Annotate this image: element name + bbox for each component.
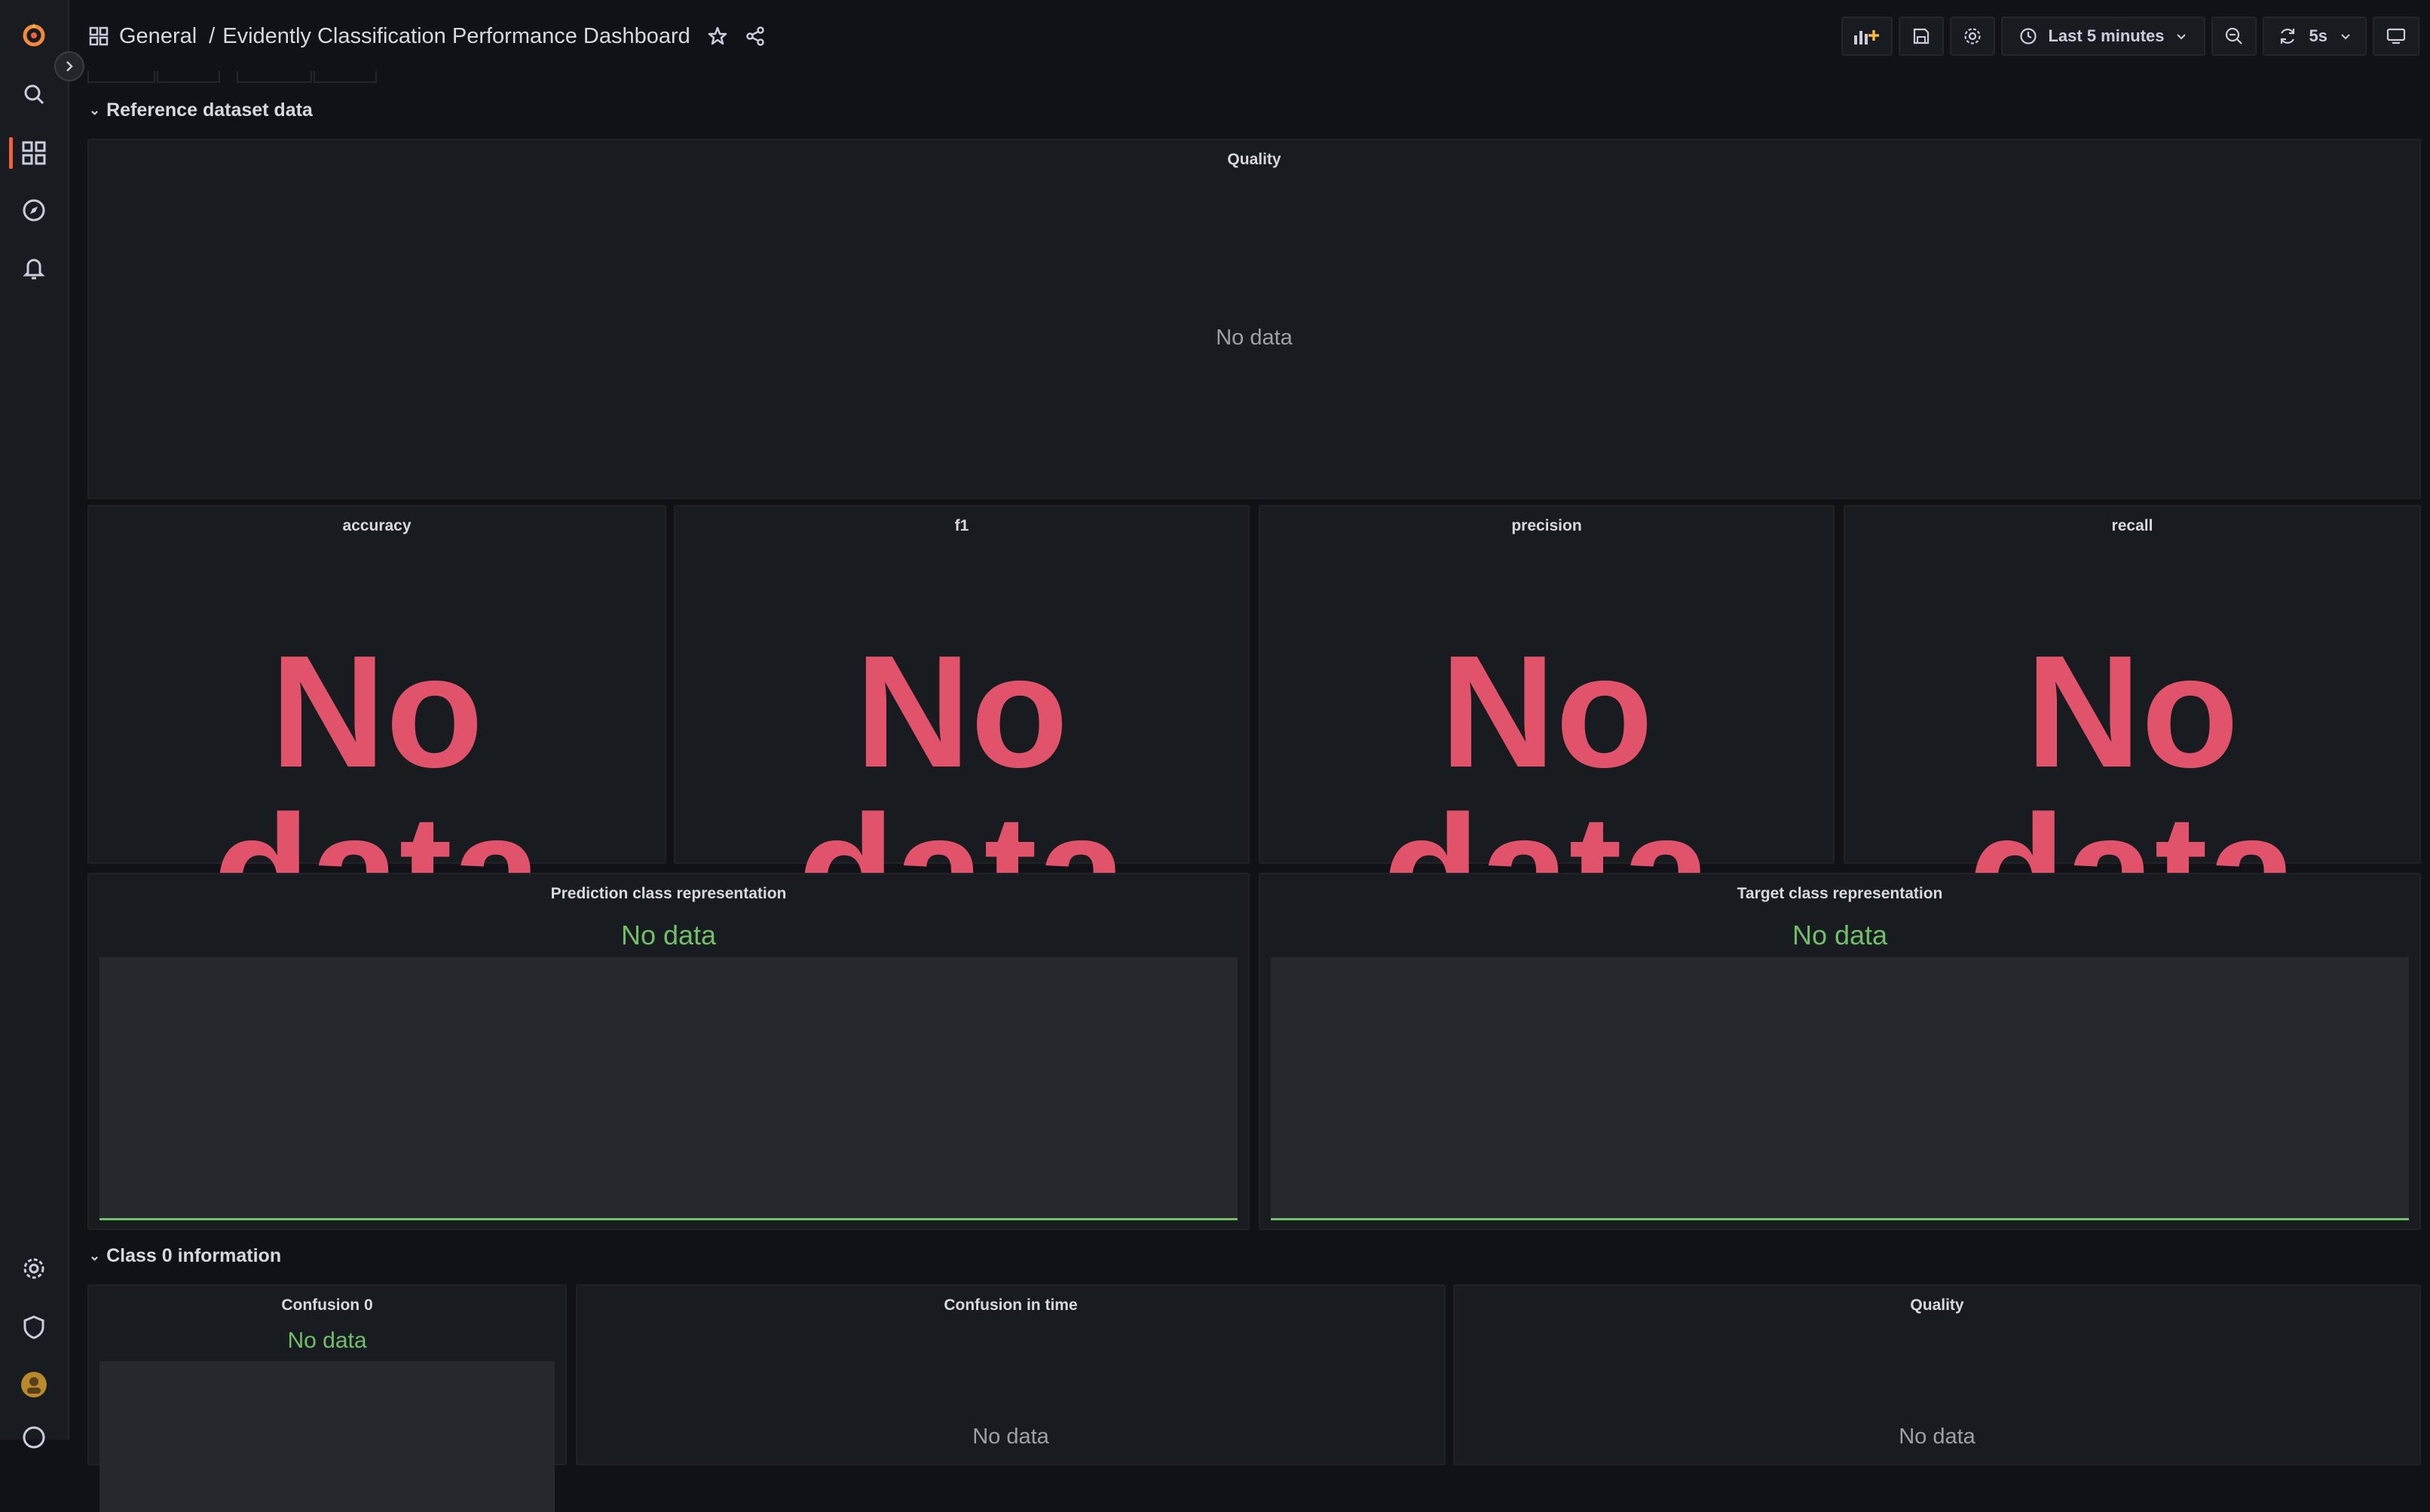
side-menu — [0, 0, 69, 1449]
time-range-label: Last 5 minutes — [2048, 26, 2165, 45]
refresh-icon — [2280, 29, 2294, 44]
panel-accuracy[interactable]: accuracy No data — [87, 505, 666, 951]
chevron-down-icon — [2341, 34, 2350, 40]
no-data-message: No data — [1792, 920, 1888, 950]
panel-f1[interactable]: f1 No data — [674, 505, 1250, 951]
plot-area — [99, 1361, 555, 1512]
dashboards-icon[interactable] — [18, 137, 50, 169]
panel-title: Target class representation — [1737, 885, 1943, 902]
no-data-message: No data — [620, 920, 717, 950]
plot-area — [99, 957, 1238, 1220]
panel-prediction-class-representation[interactable]: Prediction class representation No data — [87, 873, 1250, 1230]
zoom-out-button[interactable] — [2211, 17, 2257, 56]
panel-title: precision — [1511, 517, 1582, 534]
breadcrumb-separator: / — [209, 23, 216, 48]
dashboard-title[interactable]: Evidently Classification Performance Das… — [222, 24, 690, 49]
star-icon[interactable] — [707, 26, 728, 47]
time-range-picker[interactable]: Last 5 minutes — [2001, 17, 2205, 56]
tv-mode-button[interactable] — [2373, 17, 2419, 56]
chevron-down-icon — [2176, 34, 2186, 40]
panel-title: recall — [2111, 517, 2153, 534]
panel-title: f1 — [954, 517, 969, 534]
add-panel-icon — [1854, 30, 1880, 44]
panel-confusion-in-time[interactable]: Confusion in time No data — [576, 1284, 1446, 1465]
breadcrumb-folder[interactable]: General — [119, 24, 197, 49]
panel-title: Quality — [1227, 151, 1281, 168]
dashboard-toolbar: Last 5 minutes 5s — [1841, 17, 2419, 56]
refresh-picker[interactable]: 5s — [2262, 17, 2367, 56]
panel-title: Confusion 0 — [281, 1296, 373, 1314]
chevron-down-icon: ⌄ — [89, 1248, 101, 1263]
panel-title: Prediction class representation — [550, 885, 787, 902]
zoom-out-icon — [2225, 27, 2242, 44]
panel-quality-reference[interactable]: Quality No data — [87, 139, 2421, 499]
save-dashboard-button[interactable] — [1899, 17, 1945, 56]
grafana-logo-icon[interactable] — [18, 20, 50, 51]
settings-icon — [1964, 28, 1982, 44]
panel-recall[interactable]: recall No data — [1844, 505, 2421, 951]
panel-precision[interactable]: precision No data — [1259, 505, 1835, 951]
no-data-message: No data — [1899, 1425, 1976, 1449]
row-reference-dataset-data[interactable]: ⌄ Reference dataset data — [89, 99, 313, 121]
chevron-down-icon: ⌄ — [89, 103, 101, 118]
clock-icon — [2020, 28, 2037, 44]
no-data-message: No data — [972, 1425, 1049, 1449]
panel-target-class-representation[interactable]: Target class representation No data — [1259, 873, 2421, 1230]
panel-edge — [314, 71, 377, 83]
no-data-message: No data — [287, 1328, 367, 1353]
configuration-icon[interactable] — [18, 1253, 50, 1284]
panel-edge — [157, 71, 220, 83]
help-icon[interactable] — [18, 1422, 50, 1453]
panel-edge — [87, 71, 155, 83]
no-data-message: No data — [1216, 326, 1293, 350]
dashboards-grid-icon — [89, 26, 109, 46]
refresh-interval-label: 5s — [2309, 26, 2327, 45]
row-title: Class 0 information — [106, 1245, 282, 1266]
expand-menu-button[interactable] — [54, 51, 84, 81]
alerting-icon[interactable] — [18, 252, 50, 283]
search-icon[interactable] — [18, 78, 50, 110]
explore-icon[interactable] — [18, 194, 50, 226]
panel-title: Confusion in time — [944, 1296, 1078, 1314]
dashboard-settings-button[interactable] — [1950, 17, 1996, 56]
panel-quality-class-0[interactable]: Quality No data — [1453, 1284, 2421, 1465]
row-class-0-information[interactable]: ⌄ Class 0 information — [89, 1245, 281, 1267]
breadcrumb: General / Evidently Classification Perfo… — [89, 24, 766, 49]
chevron-right-icon — [66, 61, 73, 72]
plot-area — [1271, 957, 2409, 1220]
top-navbar: General / Evidently Classification Perfo… — [69, 0, 2430, 72]
add-panel-button[interactable] — [1841, 17, 1893, 56]
panel-confusion-0[interactable]: Confusion 0 No data — [87, 1284, 567, 1512]
tv-mode-icon — [2386, 28, 2406, 44]
row-title: Reference dataset data — [106, 99, 313, 121]
panel-edge — [237, 71, 312, 83]
share-icon[interactable] — [745, 26, 766, 47]
panel-title: Quality — [1910, 1296, 1964, 1314]
panel-title: accuracy — [342, 517, 412, 534]
active-indicator — [9, 137, 13, 169]
user-avatar-icon[interactable] — [18, 1369, 50, 1400]
save-icon — [1914, 28, 1930, 44]
server-admin-icon[interactable] — [18, 1312, 50, 1343]
